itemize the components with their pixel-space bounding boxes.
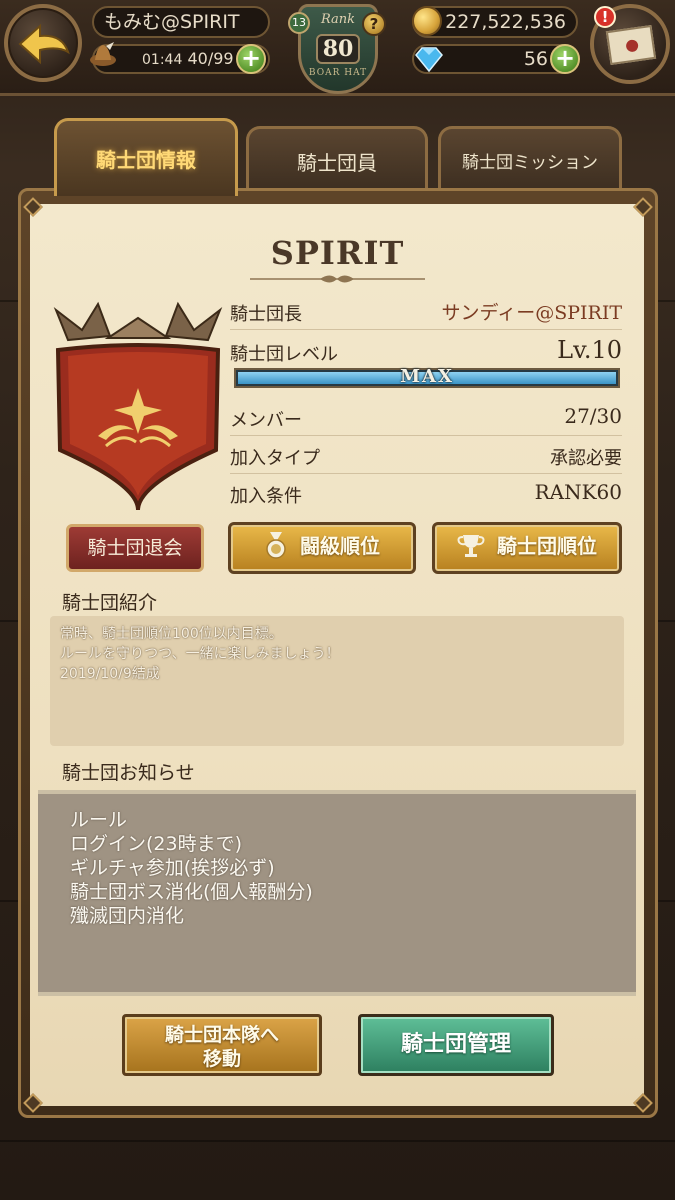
back-arrow-icon (18, 23, 70, 65)
join-condition-label: 加入条件 (230, 486, 302, 507)
move-button-line: 移動 (202, 1048, 241, 1070)
guild-level-bar: MAX (234, 366, 620, 388)
guild-emblem (53, 301, 223, 511)
level-value: Lv.10 (557, 336, 622, 364)
help-button[interactable]: ? (362, 12, 386, 36)
hat-icon (90, 42, 116, 66)
intro-title: 騎士団紹介 (62, 592, 158, 614)
mail-alert-badge: ! (594, 6, 616, 28)
top-status-bar: もみむ@SPIRIT 01:44 40/99 + Rank 80 BOAR HA… (0, 0, 675, 96)
trophy-icon (457, 534, 485, 557)
coin-icon (412, 6, 442, 36)
tab-guild-members[interactable]: 騎士団員 (246, 126, 428, 196)
fight-rank-label: 闘級順位 (300, 534, 380, 558)
title-divider (250, 275, 425, 283)
guild-rank-label: 騎士団順位 (497, 534, 597, 558)
player-name: もみむ@SPIRIT (92, 6, 270, 38)
mail-icon (605, 24, 657, 66)
level-bar-label: MAX (400, 366, 454, 387)
rank-value: 80 (316, 34, 360, 64)
leader-label: 騎士団長 (230, 304, 302, 325)
diamond-icon (415, 47, 443, 73)
notice-line: ログイン(23時まで) (70, 833, 243, 855)
info-row-leader: 騎士団長 サンディー@SPIRIT (230, 296, 622, 330)
notice-text-box: ルール ログイン(23時まで) ギルチャ参加(挨拶必ず) 騎士団ボス消化(個人報… (38, 790, 636, 996)
notice-line: ギルチャ参加(挨拶必ず) (70, 857, 275, 879)
move-to-main-guild-button[interactable]: 騎士団本隊へ 移動 (122, 1014, 322, 1076)
info-row-members: メンバー 27/30 (230, 402, 622, 436)
notice-line: 騎士団ボス消化(個人報酬分) (70, 881, 313, 903)
leader-value[interactable]: サンディー@SPIRIT (442, 298, 622, 325)
rank-level-badge: 13 (288, 12, 310, 34)
notice-line: ルール (70, 809, 128, 831)
leave-guild-button[interactable]: 騎士団退会 (66, 524, 204, 572)
gem-plus-button[interactable]: + (550, 44, 580, 74)
guild-name: SPIRIT (270, 234, 405, 272)
join-type-value: 承認必要 (550, 448, 622, 469)
members-value: 27/30 (564, 404, 622, 428)
fight-rank-button[interactable]: 闘級順位 (228, 522, 416, 574)
level-label: 騎士団レベル (230, 344, 338, 365)
intro-line: ルールを守りつつ、一緒に楽しみましょう！ (60, 646, 340, 662)
info-row-join-type: 加入タイプ 承認必要 (230, 440, 622, 474)
guild-rank-button[interactable]: 騎士団順位 (432, 522, 622, 574)
guild-manage-button[interactable]: 騎士団管理 (358, 1014, 554, 1076)
intro-line: 2019/10/9結成 (60, 666, 160, 682)
tab-guild-info[interactable]: 騎士団情報 (54, 118, 238, 196)
medal-icon (266, 531, 286, 559)
members-label: メンバー (230, 410, 302, 431)
info-row-join-condition: 加入条件 RANK60 (230, 478, 622, 512)
ap-plus-button[interactable]: + (236, 44, 266, 74)
move-button-line: 騎士団本隊へ (164, 1024, 279, 1046)
ap-value: 40/99 (187, 49, 234, 68)
join-type-label: 加入タイプ (230, 448, 320, 469)
info-row-level: 騎士団レベル Lv.10 (230, 336, 622, 370)
intro-line: 常時、騎士団順位100位以内目標。 (60, 626, 283, 642)
intro-text-box: 常時、騎士団順位100位以内目標。 ルールを守りつつ、一緒に楽しみましょう！ 2… (50, 616, 624, 746)
ap-timer: 01:44 (142, 52, 183, 68)
rank-subtitle: BOAR HAT (308, 68, 368, 78)
back-button[interactable] (4, 4, 82, 82)
join-condition-value: RANK60 (534, 480, 622, 504)
notice-line: 殲滅団内消化 (70, 905, 185, 927)
tab-guild-missions[interactable]: 騎士団ミッション (438, 126, 622, 196)
notice-title: 騎士団お知らせ (62, 762, 195, 784)
rank-emblem[interactable]: Rank 80 BOAR HAT 13 ? (284, 0, 392, 100)
